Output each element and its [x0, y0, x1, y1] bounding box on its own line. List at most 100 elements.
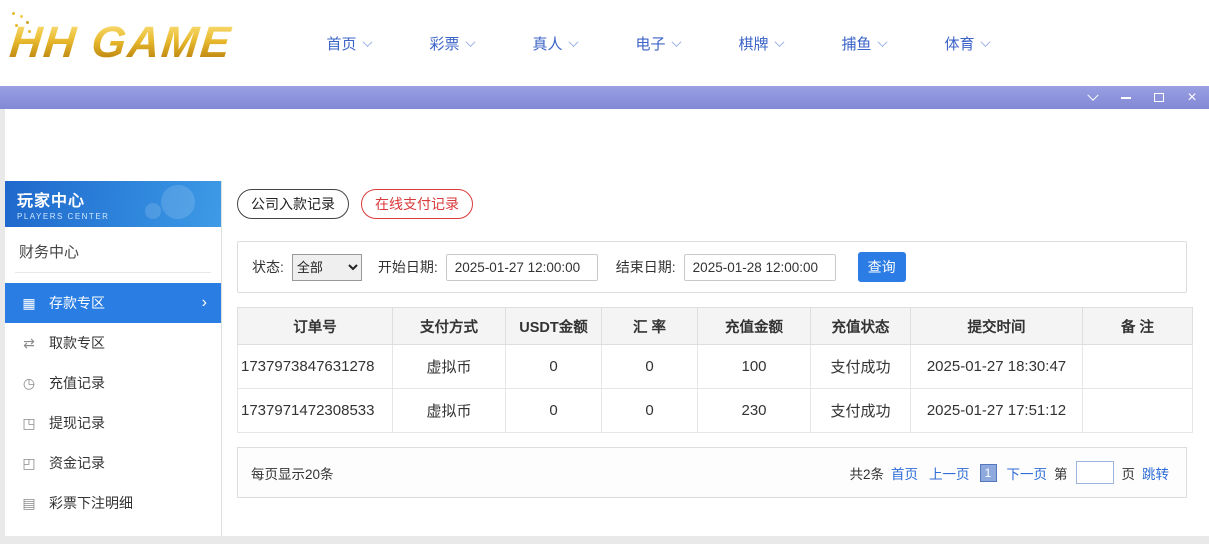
submit-time-cell: 2025-01-27 17:51:12 — [911, 389, 1083, 433]
total-count: 共2条 — [849, 463, 884, 483]
remark-cell — [1083, 345, 1193, 389]
pagination-controls: 共2条 首页 上一页 1 下一页 第 页 跳转 — [849, 461, 1173, 484]
decorative-circle — [145, 203, 161, 219]
sidebar-menu: ▦ 存款专区 › ⇄ 取款专区 ◷ 充值记录 ◳ 提现记录 — [5, 283, 221, 523]
nav-item-live[interactable]: 真人 — [503, 33, 606, 54]
nav-item-label: 捕鱼 — [841, 33, 871, 54]
nav-item-slots[interactable]: 电子 — [606, 33, 709, 54]
order-no-cell: 1737971472308533 — [238, 389, 393, 433]
chevron-down-icon — [980, 37, 990, 47]
app-panel: 玩家中心 PLAYERS CENTER 财务中心 ▦ 存款专区 › ⇄ 取款专区 — [5, 109, 1209, 536]
chevron-down-icon — [671, 37, 681, 47]
nav-item-label: 首页 — [326, 33, 356, 54]
top-navbar: HH GAME 首页 彩票 真人 电子 棋牌 — [0, 0, 1209, 86]
sidebar-item-label: 取款专区 — [49, 333, 105, 353]
close-icon[interactable]: × — [1185, 91, 1199, 105]
next-page-link[interactable]: 下一页 — [1007, 463, 1048, 483]
tab-online-payment-records[interactable]: 在线支付记录 — [361, 189, 473, 219]
table-row: 1737973847631278 虚拟币 0 0 100 支付成功 2025-0… — [238, 345, 1193, 389]
withdrawal-record-icon: ◳ — [20, 415, 38, 432]
main-content: 公司入款记录 在线支付记录 状态: 全部 开始日期: 结束日期: 查询 — [232, 181, 1209, 536]
sidebar-item-recharge-record[interactable]: ◷ 充值记录 — [5, 363, 221, 403]
recharge-record-icon: ◷ — [20, 375, 38, 392]
sidebar-item-label: 充值记录 — [49, 373, 105, 393]
col-submit-time: 提交时间 — [911, 308, 1083, 345]
sidebar-item-withdraw[interactable]: ⇄ 取款专区 — [5, 323, 221, 363]
nav-item-boardgames[interactable]: 棋牌 — [709, 33, 812, 54]
tab-company-deposit-records[interactable]: 公司入款记录 — [237, 189, 349, 219]
nav-item-fishing[interactable]: 捕鱼 — [812, 33, 915, 54]
chevron-down-icon — [568, 37, 578, 47]
col-recharge-amount: 充值金额 — [698, 308, 811, 345]
sidebar: 玩家中心 PLAYERS CENTER 财务中心 ▦ 存款专区 › ⇄ 取款专区 — [5, 181, 222, 536]
nav-item-home[interactable]: 首页 — [297, 33, 400, 54]
recharge-amount-cell: 100 — [698, 345, 811, 389]
finance-center-label: 财务中心 — [15, 227, 211, 273]
window-body: 玩家中心 PLAYERS CENTER 财务中心 ▦ 存款专区 › ⇄ 取款专区 — [0, 109, 1209, 544]
jump-page-input[interactable] — [1076, 461, 1114, 484]
col-remark: 备 注 — [1083, 308, 1193, 345]
table-row: 1737971472308533 虚拟币 0 0 230 支付成功 2025-0… — [238, 389, 1193, 433]
page-size-text: 每页显示20条 — [251, 463, 334, 483]
nav-item-label: 真人 — [532, 33, 562, 54]
status-label: 状态: — [252, 257, 284, 277]
funds-record-icon: ◰ — [20, 455, 38, 472]
sidebar-item-label: 资金记录 — [49, 453, 105, 473]
query-button[interactable]: 查询 — [858, 252, 906, 282]
start-date-input[interactable] — [446, 254, 598, 281]
nav-item-label: 电子 — [635, 33, 665, 54]
status-select[interactable]: 全部 — [292, 254, 362, 281]
chevron-right-icon: › — [202, 294, 207, 312]
main-nav: 首页 彩票 真人 电子 棋牌 捕鱼 — [297, 0, 1018, 86]
first-page-link[interactable]: 首页 — [891, 463, 918, 483]
sidebar-item-withdrawal-record[interactable]: ◳ 提现记录 — [5, 403, 221, 443]
payment-method-cell: 虚拟币 — [393, 389, 506, 433]
pagination-bar: 每页显示20条 共2条 首页 上一页 1 下一页 第 页 跳转 — [237, 447, 1187, 498]
col-usdt-amount: USDT金额 — [506, 308, 602, 345]
deposit-icon: ▦ — [20, 295, 38, 312]
payment-method-cell: 虚拟币 — [393, 345, 506, 389]
sidebar-item-deposit[interactable]: ▦ 存款专区 › — [5, 283, 221, 323]
logo-sparkles — [12, 12, 15, 15]
jump-button[interactable]: 跳转 — [1142, 463, 1169, 483]
players-center-header: 玩家中心 PLAYERS CENTER — [5, 181, 221, 227]
lottery-bets-icon: ▤ — [20, 495, 38, 512]
logo: HH GAME — [10, 8, 232, 78]
sidebar-item-label: 提现记录 — [49, 413, 105, 433]
jump-suffix-label: 页 — [1122, 463, 1136, 483]
nav-item-lottery[interactable]: 彩票 — [400, 33, 503, 54]
exchange-rate-cell: 0 — [602, 345, 698, 389]
record-tabs: 公司入款记录 在线支付记录 — [237, 189, 1187, 219]
col-payment-method: 支付方式 — [393, 308, 506, 345]
maximize-icon[interactable] — [1152, 91, 1166, 105]
order-no-cell: 1737973847631278 — [238, 345, 393, 389]
sidebar-item-funds-record[interactable]: ◰ 资金记录 — [5, 443, 221, 483]
decorative-circle — [161, 185, 195, 219]
prev-page-link[interactable]: 上一页 — [929, 463, 970, 483]
minimize-icon[interactable] — [1119, 91, 1133, 105]
sidebar-item-lottery-bets[interactable]: ▤ 彩票下注明细 — [5, 483, 221, 523]
nav-item-label: 彩票 — [429, 33, 459, 54]
sidebar-item-label: 彩票下注明细 — [49, 493, 133, 513]
recharge-status-cell: 支付成功 — [811, 345, 911, 389]
jump-prefix-label: 第 — [1054, 463, 1068, 483]
window-titlebar: × — [0, 86, 1209, 109]
chevron-down-icon — [362, 37, 372, 47]
nav-item-label: 体育 — [944, 33, 974, 54]
nav-item-label: 棋牌 — [738, 33, 768, 54]
chevron-down-icon — [774, 37, 784, 47]
recharge-amount-cell: 230 — [698, 389, 811, 433]
nav-item-sports[interactable]: 体育 — [915, 33, 1018, 54]
filter-bar: 状态: 全部 开始日期: 结束日期: 查询 — [237, 241, 1187, 293]
end-date-input[interactable] — [684, 254, 836, 281]
exchange-rate-cell: 0 — [602, 389, 698, 433]
current-page-badge[interactable]: 1 — [980, 464, 997, 482]
chevron-down-icon[interactable] — [1086, 91, 1100, 105]
chevron-down-icon — [465, 37, 475, 47]
logo-text: HH GAME — [7, 18, 234, 68]
usdt-amount-cell: 0 — [506, 345, 602, 389]
sidebar-item-label: 存款专区 — [49, 293, 105, 313]
records-table: 订单号 支付方式 USDT金额 汇 率 充值金额 充值状态 提交时间 备 注 1 — [237, 307, 1193, 433]
end-date-label: 结束日期: — [616, 257, 676, 277]
usdt-amount-cell: 0 — [506, 389, 602, 433]
